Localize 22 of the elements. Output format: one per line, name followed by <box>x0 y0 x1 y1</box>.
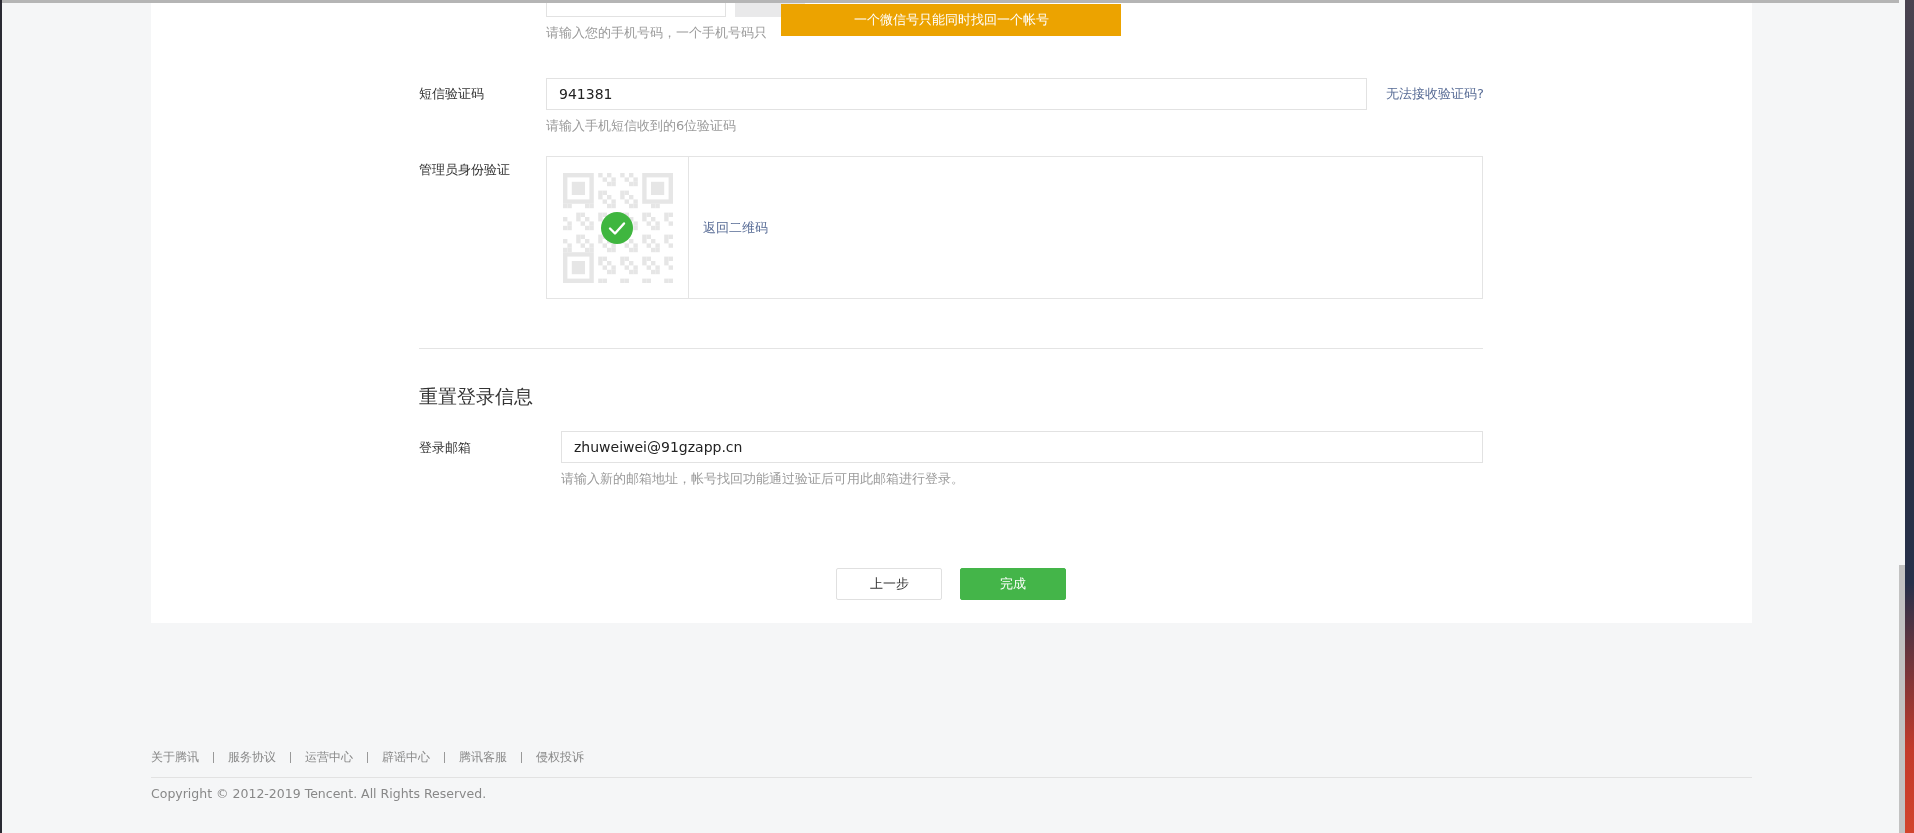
back-to-qr-link[interactable]: 返回二维码 <box>703 218 768 237</box>
back-button[interactable]: 上一步 <box>836 568 942 600</box>
section-title: 重置登录信息 <box>419 384 533 409</box>
toast-message: 一个微信号只能同时找回一个帐号 <box>781 4 1121 36</box>
footer-link[interactable]: 服务协议 <box>228 749 276 766</box>
input-field[interactable] <box>546 3 726 17</box>
finish-button[interactable]: 完成 <box>960 568 1066 600</box>
copyright-text: Copyright © 2012-2019 Tencent. All Rights Reserved. <box>151 786 487 801</box>
footer-link[interactable]: 关于腾讯 <box>151 749 199 766</box>
email-field[interactable]: zhuweiwei@91gzapp.cn <box>561 431 1483 463</box>
field-label: 登录邮箱 <box>419 439 472 457</box>
footer-link[interactable]: 腾讯客服 <box>459 749 507 766</box>
hint-text: 请输入新的邮箱地址，帐号找回功能通过验证后可用此邮箱进行登录。 <box>561 470 964 488</box>
scrollbar[interactable] <box>1899 565 1905 833</box>
footer-link[interactable]: 侵权投诉 <box>536 749 584 766</box>
footer-link[interactable]: 运营中心 <box>305 749 353 766</box>
footer-link[interactable]: 辟谣中心 <box>382 749 430 766</box>
field-label: 短信验证码 <box>419 85 485 103</box>
help-link[interactable]: 无法接收验证码? <box>1386 85 1484 103</box>
hint-text: 请输入手机短信收到的6位验证码 <box>546 117 737 135</box>
input-field[interactable]: 941381 <box>546 78 1368 110</box>
field-label: 管理员身份验证 <box>419 161 511 179</box>
